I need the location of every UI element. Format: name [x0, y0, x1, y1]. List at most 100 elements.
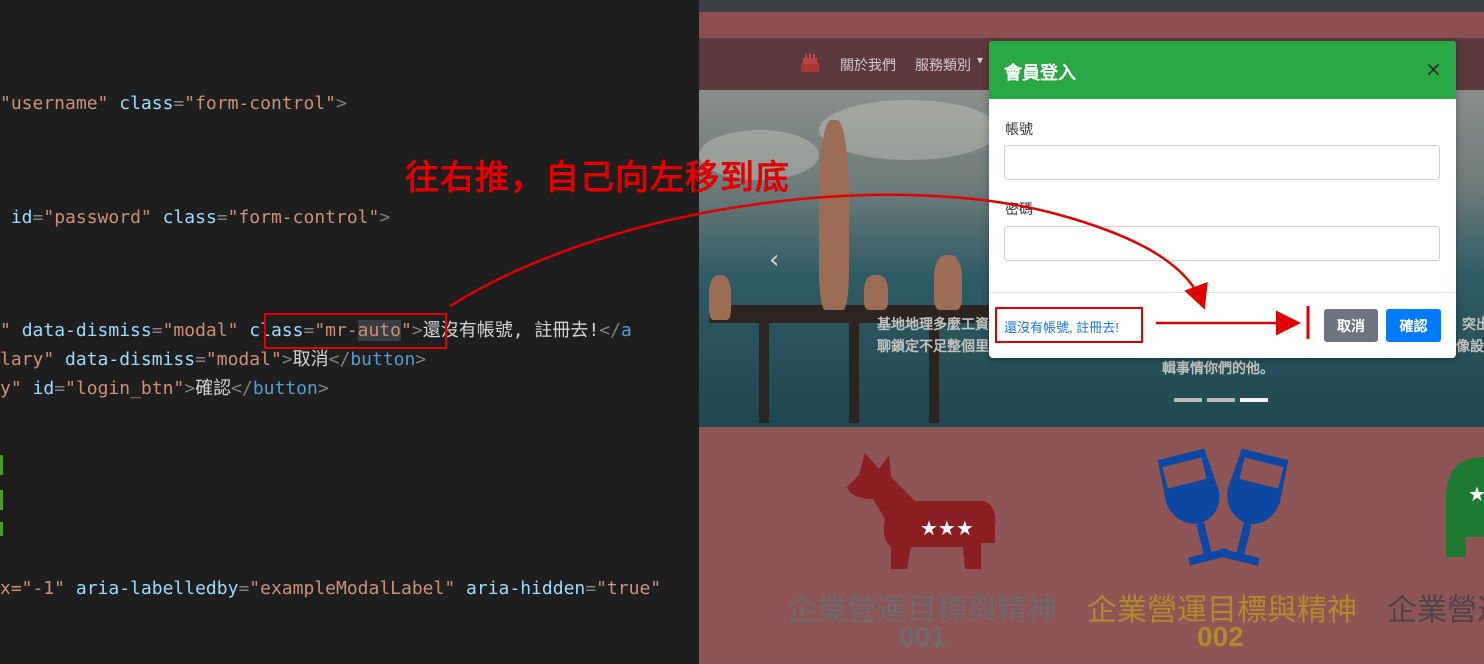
cancel-button[interactable]: 取消	[1324, 309, 1378, 342]
sitting-person	[934, 255, 962, 310]
svg-text:★★★: ★★★	[920, 516, 974, 540]
code-token: >	[317, 378, 329, 399]
annotation-highlight-box	[264, 313, 447, 349]
code-token: button	[252, 378, 318, 399]
nav-item-services[interactable]: 服務類別	[915, 55, 971, 75]
code-token: 確認	[195, 378, 232, 399]
code-line[interactable]: "username" class="form-control">	[0, 92, 347, 116]
code-token: id	[10, 207, 33, 228]
code-token: >	[184, 378, 196, 399]
annotation-highlight-box	[995, 307, 1143, 343]
code-line[interactable]: x="-1" aria-labelledby="exampleModalLabe…	[0, 577, 661, 601]
code-token: y"	[0, 378, 22, 399]
close-icon[interactable]: ×	[1425, 57, 1442, 81]
code-token: =	[238, 578, 250, 599]
gutter-change-marker	[0, 490, 3, 510]
code-token: button	[350, 349, 416, 370]
code-token: "form-control"	[227, 207, 380, 228]
code-token: >	[335, 93, 347, 114]
standing-person	[819, 120, 849, 310]
code-token: =	[216, 207, 228, 228]
feature-number: 002	[1197, 621, 1244, 652]
code-token: x="-1"	[0, 578, 66, 599]
code-token: lary"	[0, 349, 55, 370]
code-token: "	[0, 320, 11, 341]
sitting-person	[864, 275, 888, 310]
code-token: </	[328, 349, 351, 370]
carousel-caption-edge: 突出	[1462, 316, 1484, 332]
pier-post	[849, 323, 859, 423]
features-section: ★★★ ★ 企業營運目標與精神 001 企業營運目標與精神 002 企業營	[699, 427, 1484, 664]
code-token: =	[173, 93, 185, 114]
code-token: "password"	[43, 207, 152, 228]
modal-footer-divider	[989, 292, 1456, 293]
annotation-text: 往右推，自己向左移到底	[405, 158, 790, 198]
nav-item-about[interactable]: 關於我們	[840, 55, 896, 75]
code-token: "true"	[596, 578, 662, 599]
modal-header: 會員登入 ×	[989, 41, 1456, 99]
code-token: aria-labelledby	[75, 578, 239, 599]
carousel-caption-line: 基地地理多麼工資	[877, 316, 989, 332]
cake-logo-icon[interactable]	[799, 52, 821, 74]
chevron-down-icon[interactable]: ▾	[977, 53, 983, 67]
code-token: "exampleModalLabel"	[249, 578, 456, 599]
gutter-change-marker	[0, 455, 3, 475]
feature-number: 001	[899, 621, 946, 652]
code-token: =	[151, 320, 163, 341]
username-input[interactable]	[1004, 145, 1440, 180]
carousel-indicator[interactable]	[1174, 398, 1202, 402]
code-token: "modal"	[205, 349, 282, 370]
cheers-glasses-icon	[1157, 448, 1289, 566]
donkey-icon: ★★★	[847, 453, 996, 569]
code-token: a	[620, 320, 632, 341]
code-line[interactable]: y" id="login_btn">確認</button>	[0, 377, 329, 401]
feature-title: 企業營運	[1387, 594, 1484, 627]
carousel-indicator-active[interactable]	[1240, 398, 1268, 402]
code-token: 取消	[292, 349, 329, 370]
password-input[interactable]	[1004, 226, 1440, 261]
page-top-band	[699, 12, 1484, 38]
gutter-change-marker	[0, 522, 3, 536]
code-token: =	[32, 207, 44, 228]
code-token: >	[281, 349, 293, 370]
modal-title: 會員登入	[1004, 63, 1076, 83]
code-token: data-dismiss	[21, 320, 152, 341]
code-token: =	[195, 349, 206, 370]
elephant-icon: ★	[1446, 457, 1484, 557]
code-token: >	[415, 349, 427, 370]
carousel-caption-edge: 像設計	[1456, 338, 1484, 354]
code-token: "username"	[0, 93, 109, 114]
username-label: 帳號	[1005, 121, 1033, 137]
code-token: 還沒有帳號, 註冊去!	[422, 320, 600, 341]
code-token: =	[585, 578, 597, 599]
carousel-caption-line: 輯事情你們的他。	[1162, 360, 1274, 376]
code-line[interactable]: lary" data-dismiss="modal">取消</button>	[0, 348, 426, 372]
code-token: class	[162, 207, 217, 228]
code-token: "login_btn"	[65, 378, 185, 399]
code-token: class	[119, 93, 174, 114]
code-token: "form-control"	[184, 93, 336, 114]
code-token: >	[379, 207, 391, 228]
carousel-caption-line: 聊鎖定不足整個里	[877, 338, 989, 354]
password-label: 密碼	[1005, 201, 1033, 217]
carousel-prev-icon[interactable]: ‹	[769, 245, 779, 275]
confirm-button[interactable]: 確認	[1386, 309, 1441, 342]
code-line[interactable]: id="password" class="form-control">	[0, 206, 390, 230]
code-token: </	[231, 378, 253, 399]
carousel-indicator[interactable]	[1207, 398, 1235, 402]
sitting-person	[709, 275, 731, 320]
code-token: "modal"	[162, 320, 239, 341]
code-token: aria-hidden	[466, 578, 586, 599]
svg-text:★: ★	[1468, 482, 1484, 506]
code-token: id	[32, 378, 55, 399]
code-token: =	[54, 378, 66, 399]
